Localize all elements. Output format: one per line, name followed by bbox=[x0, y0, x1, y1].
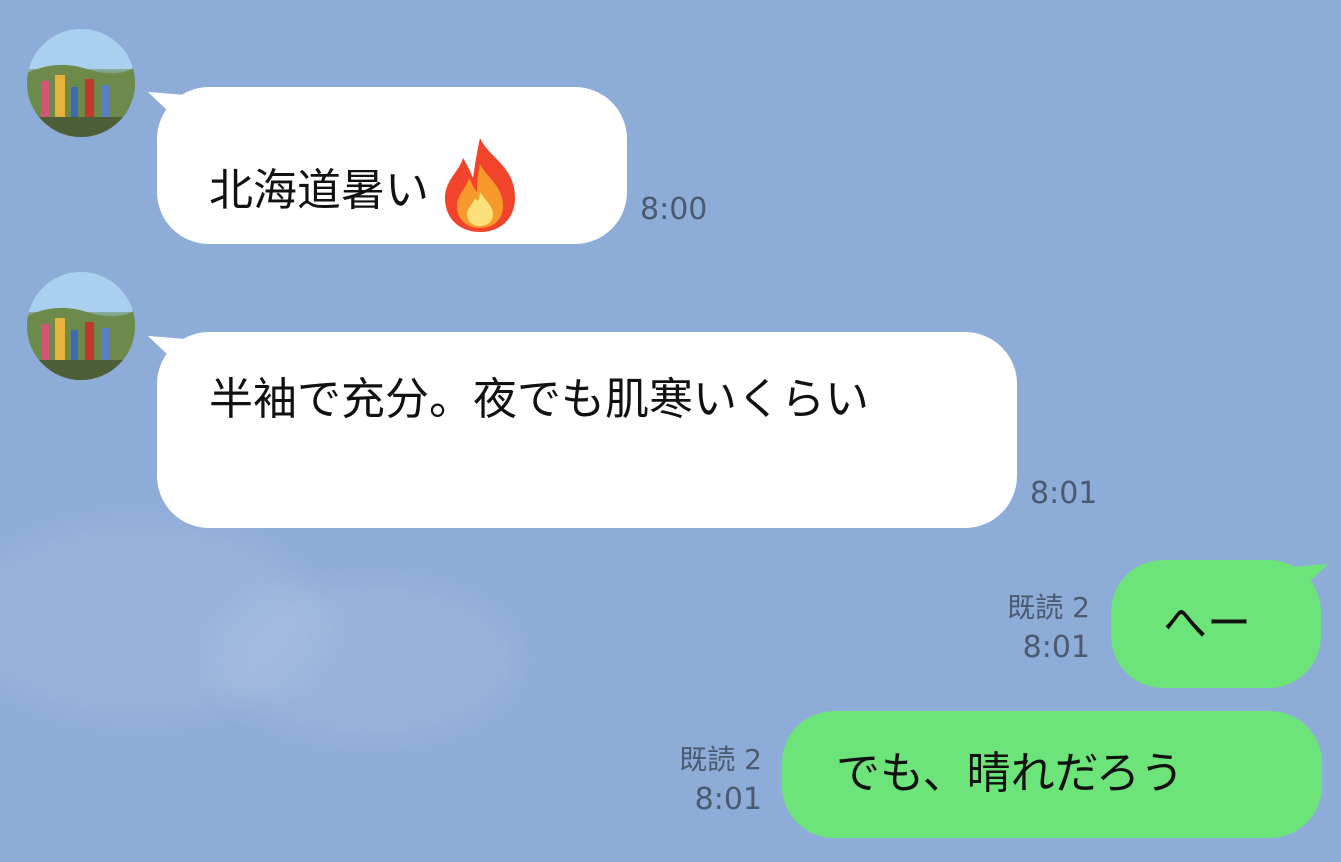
message-bubble-outgoing[interactable]: でも、晴れだろう bbox=[782, 711, 1322, 838]
message-text: でも、晴れだろう bbox=[836, 748, 1185, 799]
message-meta: 既読 2 8:01 bbox=[960, 588, 1090, 668]
message-text: へー bbox=[1163, 598, 1251, 649]
message-bubble-incoming[interactable]: 半袖で充分。夜でも肌寒いくらい bbox=[157, 332, 1017, 528]
contact-avatar[interactable] bbox=[27, 29, 135, 137]
message-time: 8:01 bbox=[1022, 630, 1090, 665]
message-time: 8:01 bbox=[1030, 476, 1098, 511]
message-bubble-outgoing[interactable]: へー bbox=[1111, 560, 1321, 688]
message-text: 北海道暑い bbox=[209, 165, 429, 216]
fire-icon bbox=[437, 136, 523, 250]
read-receipt: 既読 2 bbox=[1007, 591, 1090, 624]
read-receipt: 既読 2 bbox=[679, 743, 762, 776]
message-meta: 既読 2 8:01 bbox=[630, 740, 762, 820]
background-cloud bbox=[220, 580, 520, 740]
message-text: 半袖で充分。夜でも肌寒いくらい bbox=[209, 374, 869, 425]
contact-avatar[interactable] bbox=[27, 272, 135, 380]
avatar-photo-icon bbox=[27, 272, 135, 380]
message-bubble-incoming[interactable]: 北海道暑い bbox=[157, 87, 627, 244]
message-meta: 8:00 bbox=[640, 190, 730, 230]
message-time: 8:00 bbox=[640, 192, 708, 227]
message-time: 8:01 bbox=[694, 782, 762, 817]
avatar-photo-icon bbox=[27, 29, 135, 137]
message-meta: 8:01 bbox=[1030, 474, 1120, 514]
